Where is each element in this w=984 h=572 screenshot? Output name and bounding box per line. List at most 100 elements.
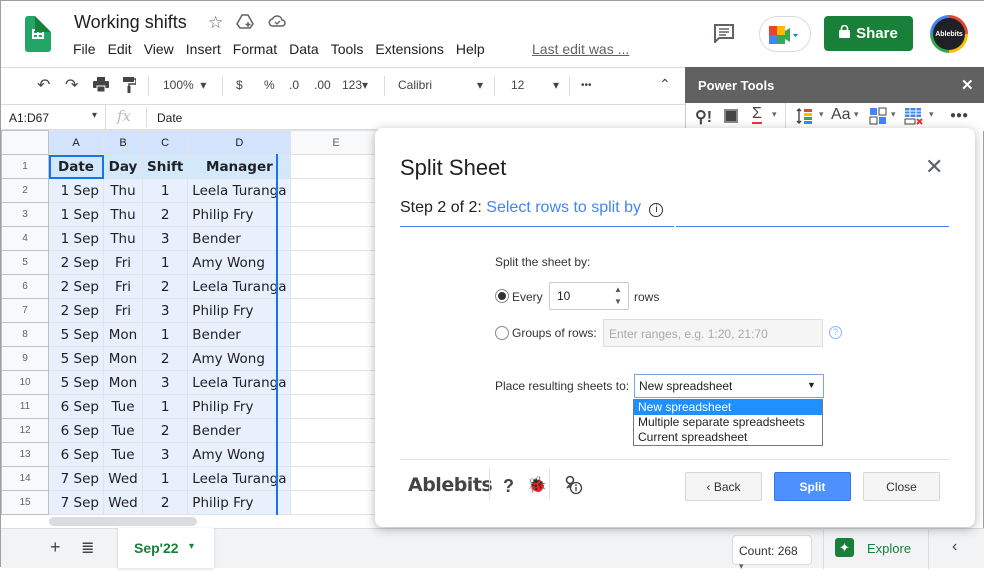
undo-icon[interactable]: ↶ bbox=[37, 75, 50, 95]
every-radio[interactable] bbox=[495, 289, 509, 303]
name-box[interactable]: A1:D67 bbox=[9, 111, 49, 125]
number-format-select[interactable]: 123▾ bbox=[342, 78, 368, 92]
cell[interactable] bbox=[290, 178, 382, 203]
print-icon[interactable] bbox=[93, 77, 109, 95]
bug-report-icon[interactable]: 🐞 bbox=[527, 475, 547, 495]
collapse-menu-icon[interactable]: ⌃ bbox=[659, 76, 671, 93]
cell[interactable] bbox=[290, 418, 382, 443]
cell[interactable]: Day bbox=[103, 154, 143, 179]
row-header[interactable]: 7 bbox=[1, 298, 49, 323]
cell[interactable]: 3 bbox=[141, 298, 189, 323]
groups-input[interactable]: Enter ranges, e.g. 1:20, 21:70 bbox=[603, 319, 823, 347]
back-button[interactable]: ‹ Back bbox=[685, 472, 762, 501]
privacy-icon[interactable] bbox=[563, 475, 583, 500]
cell[interactable]: Date bbox=[48, 154, 104, 179]
option-multiple-spreadsheets[interactable]: Multiple separate spreadsheets bbox=[634, 415, 822, 430]
cell[interactable]: 2 Sep bbox=[48, 250, 104, 275]
sheet-tab-active[interactable]: Sep'22 ▾ bbox=[118, 528, 214, 568]
cell[interactable]: Wed bbox=[103, 490, 143, 515]
close-button[interactable]: Close bbox=[863, 472, 940, 501]
cell[interactable] bbox=[290, 202, 382, 227]
help-icon[interactable]: ? bbox=[503, 476, 514, 497]
share-button[interactable]: Share bbox=[824, 16, 913, 51]
menu-insert[interactable]: Insert bbox=[180, 41, 227, 57]
count-summary[interactable]: Count: 268 ▾ bbox=[732, 535, 812, 571]
select-all-corner[interactable] bbox=[1, 130, 49, 155]
cell[interactable]: Thu bbox=[103, 202, 143, 227]
split-icon[interactable] bbox=[869, 107, 887, 130]
cell[interactable]: Mon bbox=[103, 322, 143, 347]
text-chevron-icon[interactable]: ▾ bbox=[854, 109, 859, 120]
row-header[interactable]: 5 bbox=[1, 250, 49, 275]
column-header-a[interactable]: A bbox=[48, 130, 104, 155]
column-header-c[interactable]: C bbox=[141, 130, 189, 155]
zoom-select[interactable]: 100% ▾ bbox=[163, 78, 206, 92]
cell[interactable]: Fri bbox=[103, 250, 143, 275]
cell[interactable] bbox=[290, 466, 382, 491]
row-header[interactable]: 9 bbox=[1, 346, 49, 371]
row-header[interactable]: 11 bbox=[1, 394, 49, 419]
close-icon[interactable]: ✕ bbox=[961, 76, 974, 94]
split-button[interactable]: Split bbox=[774, 472, 851, 501]
row-header[interactable]: 10 bbox=[1, 370, 49, 395]
menu-tools[interactable]: Tools bbox=[325, 41, 370, 57]
cell[interactable]: Tue bbox=[103, 394, 143, 419]
cell[interactable] bbox=[290, 442, 382, 467]
column-header-e[interactable]: E bbox=[290, 130, 382, 155]
help-icon[interactable]: ? bbox=[829, 326, 842, 339]
cell[interactable] bbox=[290, 370, 382, 395]
row-header[interactable]: 15 bbox=[1, 490, 49, 515]
font-size-chevron-icon[interactable]: ▾ bbox=[553, 78, 559, 92]
cell[interactable]: 1 Sep bbox=[48, 226, 104, 251]
cell[interactable]: Fri bbox=[103, 298, 143, 323]
cell[interactable]: 5 Sep bbox=[48, 370, 104, 395]
cell[interactable]: 1 bbox=[141, 250, 189, 275]
cell[interactable]: 2 bbox=[141, 274, 189, 299]
cloud-saved-icon[interactable] bbox=[268, 13, 286, 33]
add-sheet-icon[interactable]: + bbox=[50, 537, 61, 558]
row-header[interactable]: 12 bbox=[1, 418, 49, 443]
cell[interactable]: Tue bbox=[103, 442, 143, 467]
menu-help[interactable]: Help bbox=[450, 41, 491, 57]
find-replace-icon[interactable]: ⚲! bbox=[695, 107, 712, 127]
cell[interactable]: 1 bbox=[141, 178, 189, 203]
menu-format[interactable]: Format bbox=[227, 41, 283, 57]
menu-data[interactable]: Data bbox=[283, 41, 325, 57]
decrement-icon[interactable]: ▼ bbox=[614, 297, 622, 306]
account-avatar[interactable]: Ablebits bbox=[930, 15, 968, 53]
cell[interactable]: 1 bbox=[141, 466, 189, 491]
font-size-select[interactable]: 12 bbox=[511, 78, 524, 92]
merge-sheets-icon[interactable] bbox=[724, 109, 738, 123]
cell[interactable]: 5 Sep bbox=[48, 322, 104, 347]
cell[interactable]: 7 Sep bbox=[48, 466, 104, 491]
info-icon[interactable]: i bbox=[649, 203, 664, 217]
cell[interactable]: 1 bbox=[141, 394, 189, 419]
meet-button[interactable] bbox=[759, 16, 811, 52]
formulas-chevron-icon[interactable]: ▾ bbox=[772, 109, 777, 120]
cell[interactable]: Mon bbox=[103, 370, 143, 395]
percent-format-button[interactable]: % bbox=[264, 78, 275, 92]
cell[interactable]: 7 Sep bbox=[48, 490, 104, 515]
explore-icon[interactable]: ✦ bbox=[835, 538, 854, 557]
cell[interactable]: 2 bbox=[141, 346, 189, 371]
rows-count-input[interactable]: 10 ▲ ▼ bbox=[549, 282, 629, 310]
cell[interactable]: 1 Sep bbox=[48, 178, 104, 203]
cell[interactable]: 3 bbox=[141, 226, 189, 251]
clear-chevron-icon[interactable]: ▾ bbox=[929, 109, 934, 120]
star-icon[interactable]: ☆ bbox=[208, 13, 223, 33]
cell[interactable]: Thu bbox=[103, 178, 143, 203]
cell[interactable] bbox=[290, 154, 382, 179]
currency-format-button[interactable]: $ bbox=[236, 78, 243, 92]
cell[interactable]: 6 Sep bbox=[48, 418, 104, 443]
cell[interactable]: 2 Sep bbox=[48, 298, 104, 323]
cell[interactable] bbox=[290, 322, 382, 347]
increase-decimal-button[interactable]: .00 bbox=[314, 78, 331, 92]
more-tools-icon[interactable]: ●●● bbox=[950, 110, 968, 121]
cell[interactable]: Tue bbox=[103, 418, 143, 443]
cell[interactable] bbox=[290, 226, 382, 251]
cell[interactable]: Fri bbox=[103, 274, 143, 299]
groups-radio[interactable] bbox=[495, 326, 509, 340]
cell[interactable]: Mon bbox=[103, 346, 143, 371]
clear-icon[interactable] bbox=[904, 107, 924, 130]
formula-input[interactable]: Date bbox=[157, 111, 182, 125]
